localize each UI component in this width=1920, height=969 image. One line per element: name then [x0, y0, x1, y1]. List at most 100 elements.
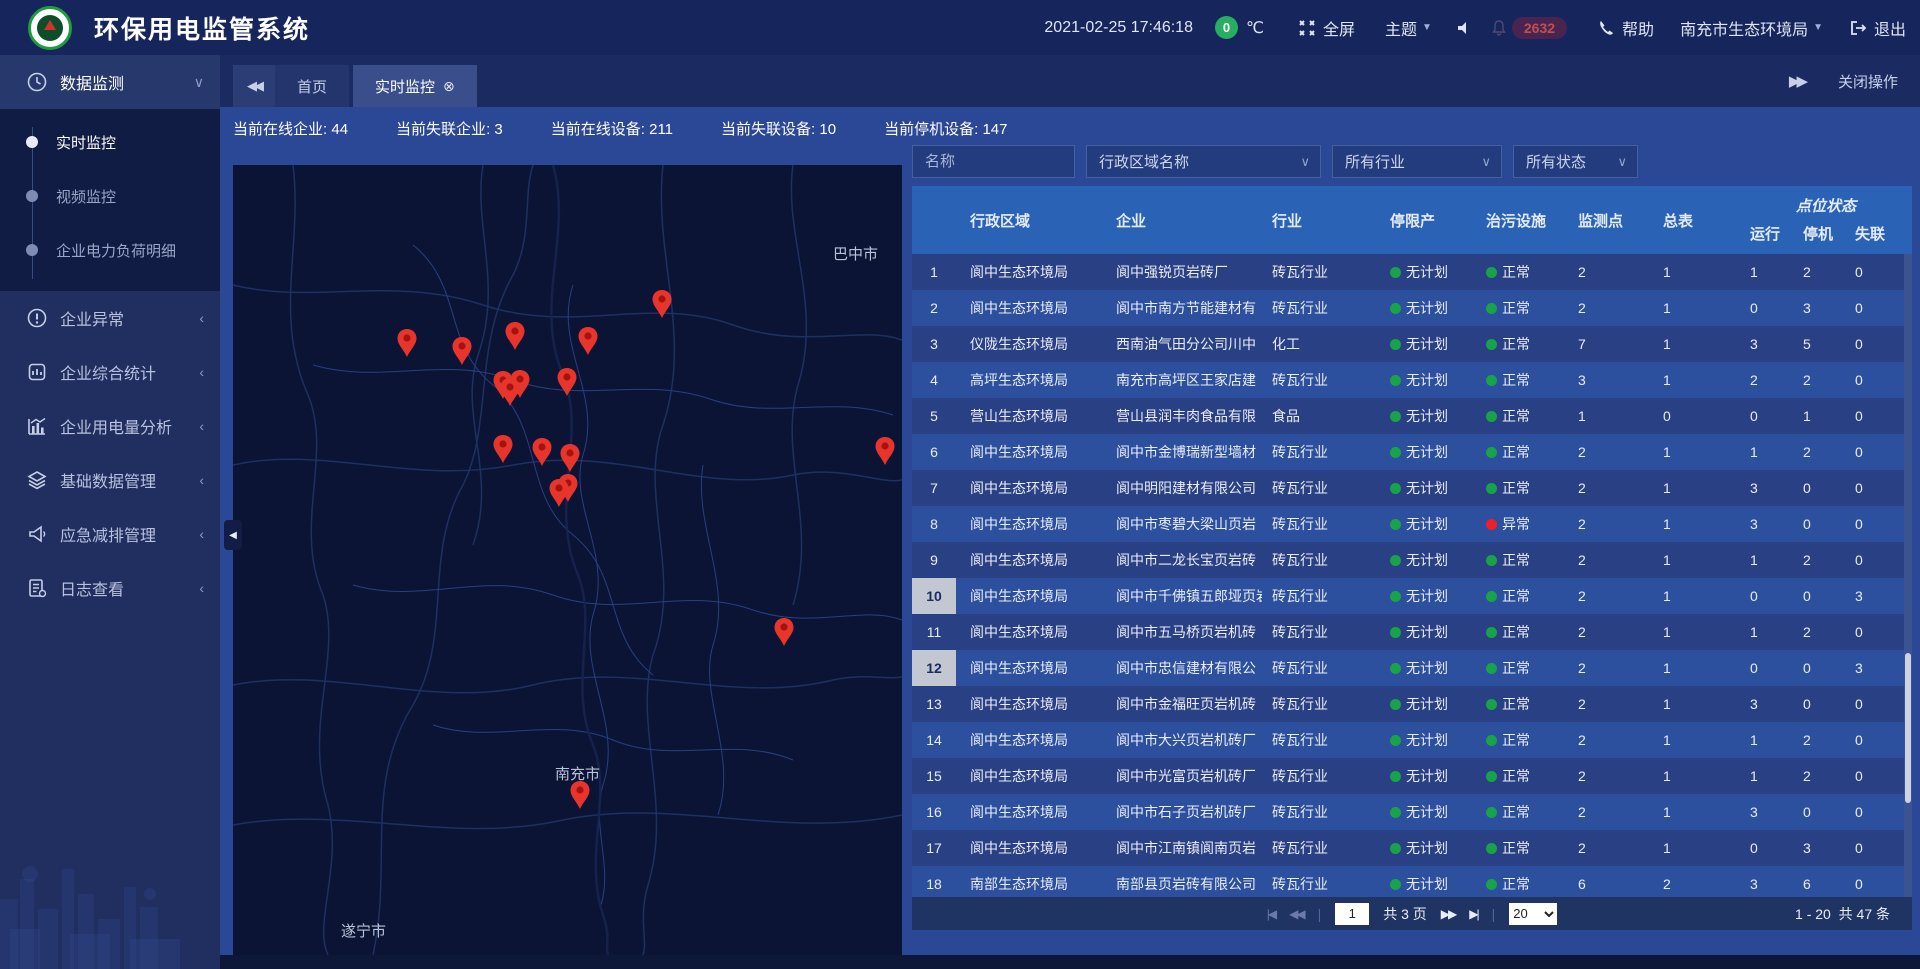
cell-limit: 无计划	[1382, 254, 1476, 290]
map-pin-icon[interactable]	[492, 434, 514, 464]
table-row[interactable]: 17阆中生态环境局阆中市江南镇阆南页岩砖瓦行业无计划正常21030	[912, 830, 1912, 866]
table-row[interactable]: 5营山生态环境局营山县润丰肉食品有限食品无计划正常10010	[912, 398, 1912, 434]
cell-company: 阆中市千佛镇五郎垭页岩	[1090, 578, 1262, 614]
table-scrollbar[interactable]	[1904, 254, 1912, 897]
map-canvas[interactable]: 巴中市南充市遂宁市	[233, 165, 902, 955]
logout-button[interactable]: 退出	[1849, 16, 1906, 40]
cell-rownum: 5	[912, 398, 956, 434]
table-row[interactable]: 14阆中生态环境局阆中市大兴页岩机砖厂砖瓦行业无计划正常21120	[912, 722, 1912, 758]
tabs-scroll-left-button[interactable]: ◀◀	[233, 65, 275, 107]
page-size-select[interactable]: 20	[1509, 903, 1557, 925]
sidebar-section-1[interactable]: 企业异常‹	[0, 291, 220, 345]
close-operations-button[interactable]: 关闭操作	[1838, 71, 1898, 92]
region-filter-select[interactable]: 行政区域名称∨	[1086, 145, 1321, 178]
table-row[interactable]: 13阆中生态环境局阆中市金福旺页岩机砖砖瓦行业无计划正常21300	[912, 686, 1912, 722]
table-row[interactable]: 3仪陇生态环境局西南油气田分公司川中化工无计划正常71350	[912, 326, 1912, 362]
status-dot-icon	[1486, 627, 1497, 638]
sidebar-item-2[interactable]: 企业电力负荷明细	[0, 223, 220, 277]
mute-button[interactable]	[1456, 19, 1474, 37]
cell-stopped: 0	[1794, 686, 1848, 722]
map-collapse-button[interactable]: ◀	[224, 520, 242, 550]
table-row[interactable]: 12阆中生态环境局阆中市忠信建材有限公砖瓦行业无计划正常21003	[912, 650, 1912, 686]
cell-meters: 1	[1650, 794, 1740, 830]
map-pin-icon[interactable]	[577, 326, 599, 356]
industry-filter-select[interactable]: 所有行业∨	[1332, 145, 1502, 178]
cell-running: 0	[1740, 398, 1794, 434]
map-pin-icon[interactable]	[396, 328, 418, 358]
cell-limit: 无计划	[1382, 470, 1476, 506]
prev-page-button[interactable]: ◀◀	[1289, 907, 1303, 921]
table-row[interactable]: 7阆中生态环境局阆中明阳建材有限公司砖瓦行业无计划正常21300	[912, 470, 1912, 506]
status-item-0: 当前在线企业: 44	[233, 118, 348, 139]
col-facility: 治污设施	[1476, 186, 1562, 254]
sidebar-item-0[interactable]: 实时监控	[0, 115, 220, 169]
status-filter-select[interactable]: 所有状态∨	[1513, 145, 1638, 178]
tab-0[interactable]: 首页	[275, 65, 349, 107]
map-pin-icon[interactable]	[556, 367, 578, 397]
cell-stopped: 0	[1794, 578, 1848, 614]
cell-company: 阆中市南方节能建材有	[1090, 290, 1262, 326]
table-row[interactable]: 15阆中生态环境局阆中市光富页岩机砖厂砖瓦行业无计划正常21120	[912, 758, 1912, 794]
user-org-menu[interactable]: 南充市生态环境局▼	[1680, 16, 1823, 40]
cell-stopped: 6	[1794, 866, 1848, 897]
table-row[interactable]: 16阆中生态环境局阆中市石子页岩机砖厂砖瓦行业无计划正常21300	[912, 794, 1912, 830]
table-row[interactable]: 6阆中生态环境局阆中市金博瑞新型墙材砖瓦行业无计划正常21120	[912, 434, 1912, 470]
table-row[interactable]: 8阆中生态环境局阆中市枣碧大梁山页岩砖瓦行业无计划异常21300	[912, 506, 1912, 542]
sidebar-item-label: 实时监控	[56, 132, 116, 153]
map-pin-icon[interactable]	[504, 321, 526, 351]
col-rownum	[912, 186, 956, 254]
table-row[interactable]: 11阆中生态环境局阆中市五马桥页岩机砖砖瓦行业无计划正常21120	[912, 614, 1912, 650]
map-pin-icon[interactable]	[559, 443, 581, 473]
table-row[interactable]: 4高坪生态环境局南充市高坪区王家店建砖瓦行业无计划正常31220	[912, 362, 1912, 398]
cell-offline: 0	[1848, 722, 1912, 758]
sidebar-section-6[interactable]: 日志查看‹	[0, 561, 220, 615]
close-icon[interactable]: ⊗	[443, 78, 455, 95]
last-page-button[interactable]: ▶|	[1469, 907, 1477, 921]
map-pin-icon[interactable]	[531, 437, 553, 467]
status-dot-icon	[1486, 339, 1497, 350]
sidebar-section-5[interactable]: 应急减排管理‹	[0, 507, 220, 561]
sidebar-section-label: 企业综合统计	[60, 360, 156, 384]
cell-running: 3	[1740, 866, 1794, 897]
sidebar-section-0[interactable]: 数据监测∨	[0, 55, 220, 109]
table-row[interactable]: 2阆中生态环境局阆中市南方节能建材有砖瓦行业无计划正常21030	[912, 290, 1912, 326]
theme-menu[interactable]: 主题▼	[1385, 16, 1432, 40]
map-pin-icon[interactable]	[569, 780, 591, 810]
cell-meters: 1	[1650, 578, 1740, 614]
scrollbar-thumb[interactable]	[1905, 653, 1911, 803]
sidebar-section-3[interactable]: 企业用电量分析‹	[0, 399, 220, 453]
cell-company: 阆中市石子页岩机砖厂	[1090, 794, 1262, 830]
cell-meters: 1	[1650, 650, 1740, 686]
fullscreen-button[interactable]: 全屏	[1298, 16, 1355, 40]
map-pin-icon[interactable]	[651, 289, 673, 319]
table-row[interactable]: 18南部生态环境局南部县页岩砖有限公司砖瓦行业无计划正常62360	[912, 866, 1912, 897]
map-pin-icon[interactable]	[773, 617, 795, 647]
cell-region: 仪陇生态环境局	[956, 326, 1090, 362]
status-dot-icon	[1390, 267, 1401, 278]
cell-offline: 0	[1848, 290, 1912, 326]
table-row[interactable]: 1阆中生态环境局阆中强锐页岩砖厂砖瓦行业无计划正常21120	[912, 254, 1912, 290]
table-row[interactable]: 9阆中生态环境局阆中市二龙长宝页岩砖砖瓦行业无计划正常21120	[912, 542, 1912, 578]
map-pin-icon[interactable]	[499, 377, 521, 407]
next-page-button[interactable]: ▶▶	[1441, 907, 1455, 921]
table-row[interactable]: 10阆中生态环境局阆中市千佛镇五郎垭页岩砖瓦行业无计划正常21003	[912, 578, 1912, 614]
tab-1[interactable]: 实时监控 ⊗	[353, 65, 477, 107]
name-filter-input[interactable]	[912, 145, 1075, 178]
cell-points: 2	[1562, 470, 1650, 506]
help-button[interactable]: 帮助	[1597, 16, 1654, 40]
cell-company: 阆中市光富页岩机砖厂	[1090, 758, 1262, 794]
tab-label: 实时监控	[375, 76, 435, 97]
sidebar-section-2[interactable]: 企业综合统计‹	[0, 345, 220, 399]
map-pin-icon[interactable]	[548, 478, 570, 508]
map-pin-icon[interactable]	[451, 336, 473, 366]
status-dot-icon	[1486, 843, 1497, 854]
notification-badge[interactable]: 2632	[1512, 17, 1567, 39]
page-number-input[interactable]	[1335, 903, 1369, 925]
sidebar-section-4[interactable]: 基础数据管理‹	[0, 453, 220, 507]
first-page-button[interactable]: |◀	[1267, 907, 1275, 921]
map-pin-icon[interactable]	[874, 436, 896, 466]
cell-company: 阆中明阳建材有限公司	[1090, 470, 1262, 506]
cell-limit: 无计划	[1382, 758, 1476, 794]
tabs-scroll-right-button[interactable]: ▶▶	[1789, 72, 1804, 90]
sidebar-item-1[interactable]: 视频监控	[0, 169, 220, 223]
